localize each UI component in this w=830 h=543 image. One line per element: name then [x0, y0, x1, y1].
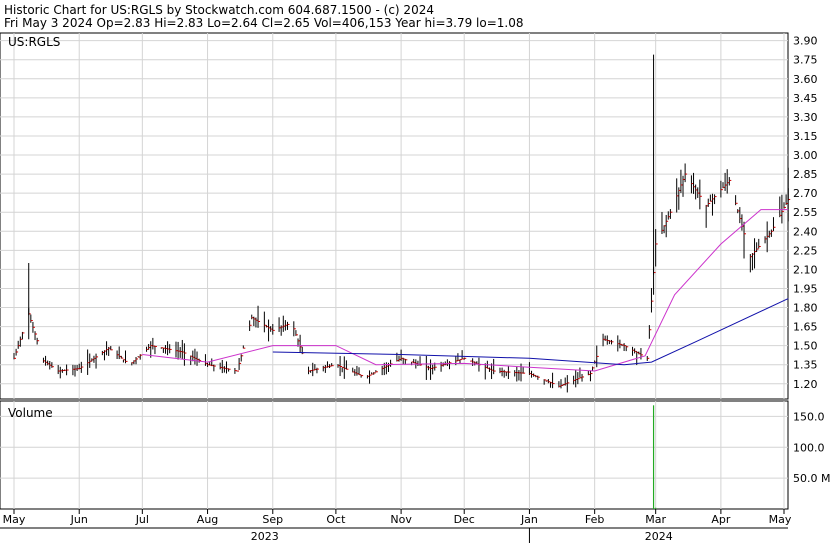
month-label: Feb: [585, 513, 604, 526]
month-label: Jul: [135, 513, 149, 526]
price-tick-label: 2.70: [793, 187, 818, 200]
price-tick-label: 3.30: [793, 111, 818, 124]
volume-tick-label: 150.0: [793, 410, 825, 423]
price-tick-label: 1.95: [793, 282, 818, 295]
month-label: Apr: [711, 513, 731, 526]
price-tick-label: 2.40: [793, 225, 818, 238]
price-tick-label: 2.25: [793, 244, 818, 257]
price-tick-label: 3.60: [793, 73, 818, 86]
volume-tick-label: 50.0 M: [793, 472, 830, 485]
month-label: Oct: [326, 513, 346, 526]
x-axis: May Jun Jul Aug Sep Oct Nov Dec Jan Feb Mar Apr May 2…: [0, 509, 792, 543]
stock-chart: Historic Chart for US:RGLS by Stockwatch…: [0, 3, 830, 543]
chart-summary: Fri May 3 2024 Op=2.83 Hi=2.83 Lo=2.64 C…: [4, 16, 523, 30]
price-axis: 3.90 3.75 3.60 3.45 3.30 3.15 3.00 2.85 2.70 2.55…: [793, 35, 818, 391]
price-tick-label: 1.65: [793, 321, 818, 334]
month-label: Sep: [262, 513, 283, 526]
price-tick-label: 1.50: [793, 340, 818, 353]
symbol-label: US:RGLS: [8, 35, 60, 49]
month-label: May: [769, 513, 792, 526]
price-tick-label: 1.35: [793, 359, 818, 372]
volume-axis: 150.0 100.0 50.0 M: [793, 410, 830, 485]
price-tick-label: 3.90: [793, 35, 818, 48]
volume-label: Volume: [8, 406, 53, 420]
price-tick-label: 2.55: [793, 206, 818, 219]
volume-panel: [0, 400, 789, 510]
month-label: May: [3, 513, 26, 526]
year-label: 2024: [645, 530, 673, 543]
price-tick-label: 1.80: [793, 302, 818, 315]
price-tick-label: 2.85: [793, 168, 818, 181]
price-tick-label: 3.15: [793, 130, 818, 143]
month-label: Aug: [197, 513, 218, 526]
volume-tick-label: 100.0: [793, 441, 825, 454]
year-label: 2023: [251, 530, 279, 543]
price-tick-label: 3.00: [793, 149, 818, 162]
month-label: Mar: [645, 513, 666, 526]
chart-title: Historic Chart for US:RGLS by Stockwatch…: [4, 3, 434, 17]
month-label: Jun: [70, 513, 88, 526]
month-label: Dec: [454, 513, 475, 526]
price-panel: [0, 32, 789, 400]
month-label: Nov: [390, 513, 412, 526]
price-tick-label: 3.75: [793, 54, 818, 67]
price-tick-label: 2.10: [793, 263, 818, 276]
price-tick-label: 3.45: [793, 92, 818, 105]
month-label: Jan: [520, 513, 538, 526]
price-tick-label: 1.20: [793, 378, 818, 391]
